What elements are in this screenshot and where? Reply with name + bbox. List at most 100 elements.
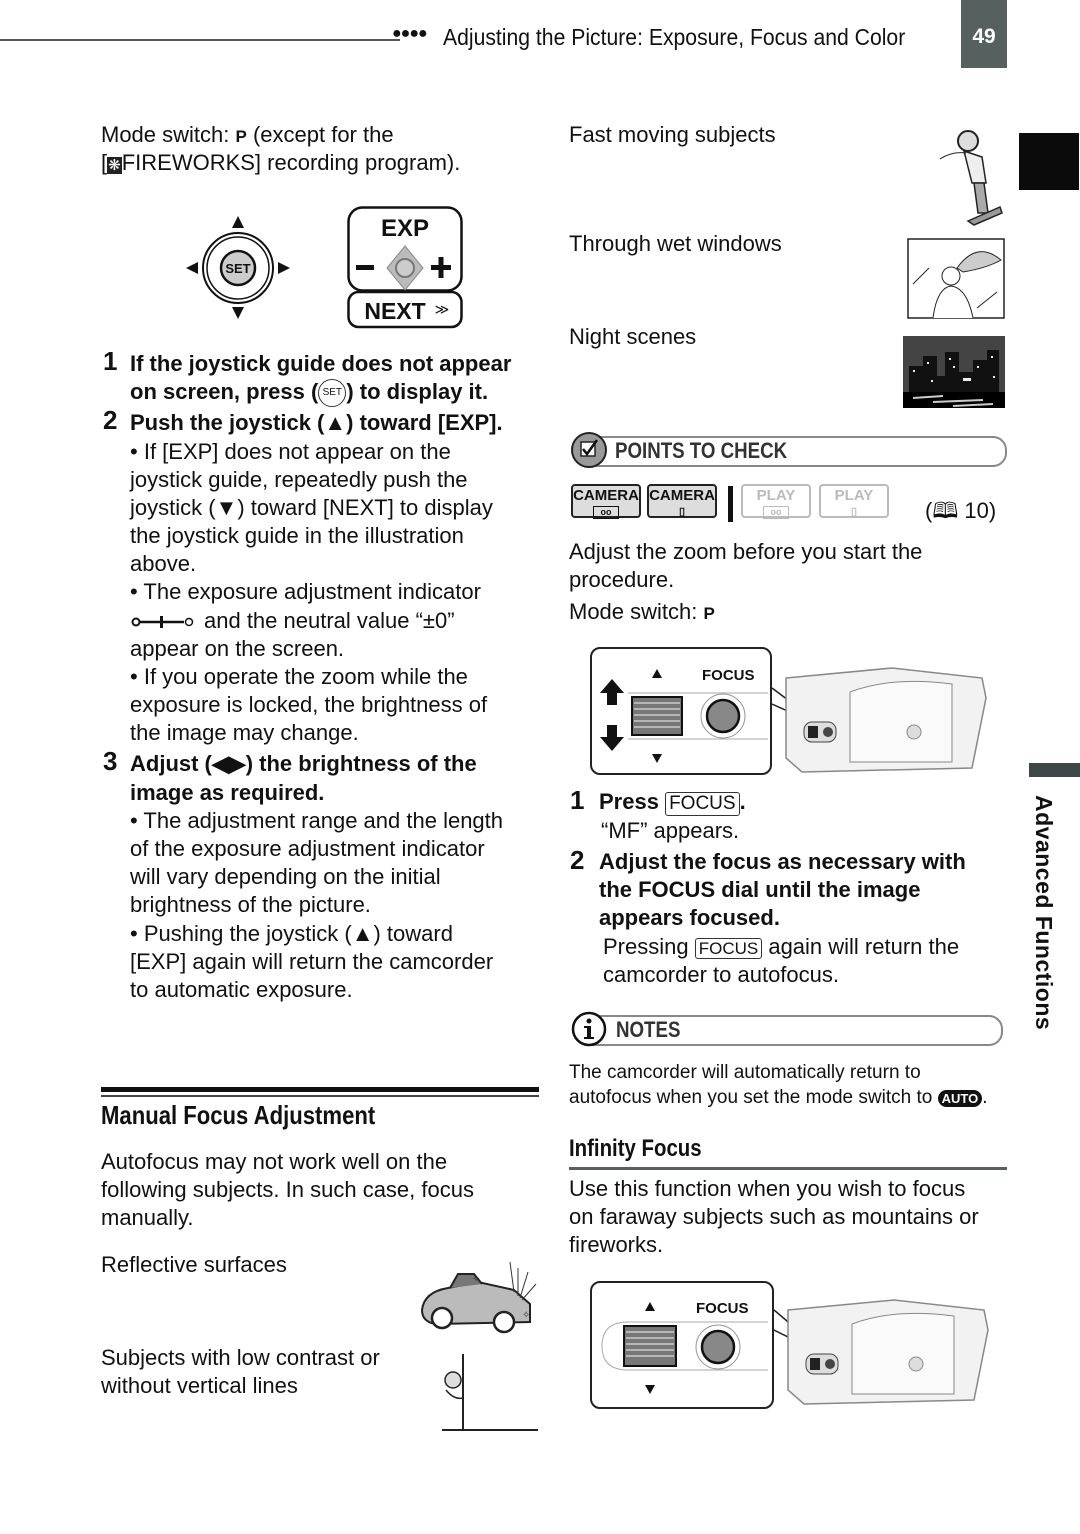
auto-mode-icon: AUTO <box>937 1090 983 1107</box>
mode-play-card: PLAY ▯ <box>819 484 889 518</box>
svg-text:EXP: EXP <box>381 215 429 242</box>
snowboarder-illustration <box>939 130 1003 226</box>
ptc-text-line: Adjust the zoom before you start the <box>569 539 923 564</box>
night-city-illustration <box>903 336 1005 408</box>
mode-divider <box>728 486 733 522</box>
bullet-line: and the neutral value “±0” <box>130 607 455 636</box>
bullet-line: brightness of the picture. <box>130 892 371 917</box>
camcorder-illustration-2 <box>774 1299 989 1405</box>
focus-step2-line: the FOCUS dial until the image <box>599 877 921 902</box>
arrow-up-icon <box>232 216 244 228</box>
section-rule-thin <box>101 1095 539 1097</box>
arrow-right-icon <box>278 262 290 274</box>
step-number: 2 <box>570 845 585 875</box>
mode-p-icon: P <box>703 604 715 623</box>
step3-line1: Adjust (◀▶) the brightness of the <box>130 751 477 776</box>
svg-text:✧: ✧ <box>522 1310 530 1321</box>
focus-dial-illustration-2 <box>601 1302 768 1394</box>
bullet-line: the image may change. <box>130 720 359 745</box>
step-number: 2 <box>103 405 118 435</box>
subject-fast-moving: Fast moving subjects <box>569 122 776 147</box>
info-icon <box>571 1011 607 1047</box>
infinity-focus-heading: Infinity Focus <box>569 1135 702 1162</box>
focus-step2-line: appears focused. <box>599 905 780 930</box>
card-icon: ▯ <box>850 506 858 518</box>
bullet-line: joystick (▼) toward [NEXT] to display <box>130 495 493 520</box>
set-button-icon: SET <box>318 379 347 408</box>
page-reference: (🕮 10) <box>925 498 997 523</box>
mode-switch-line2: [❋FIREWORKS] recording program). <box>101 150 461 175</box>
infinity-text-line: fireworks. <box>569 1232 664 1257</box>
bullet-line: to automatic exposure. <box>130 977 353 1002</box>
infinity-text-line: on faraway subjects such as mountains or <box>569 1204 979 1229</box>
step1-line2: on screen, press (SET) to display it. <box>130 378 488 408</box>
focus-step2-sub2: camcorder to autofocus. <box>603 962 840 987</box>
mode-camera-card: CAMERA ▯ <box>647 484 717 518</box>
infinity-text-line: Use this function when you wish to focus <box>569 1176 966 1201</box>
fireworks-icon: ❋ <box>107 157 122 174</box>
arrow-up-icon <box>600 679 624 705</box>
wet-window-illustration <box>907 238 1005 319</box>
bullet-line: the joystick guide in the illustration <box>130 523 464 548</box>
subject-reflective: Reflective surfaces <box>101 1252 287 1277</box>
notes-line2: autofocus when you set the mode switch t… <box>569 1087 988 1108</box>
step-number: 1 <box>103 346 118 376</box>
intro-line: manually. <box>101 1205 194 1230</box>
side-tab-bar <box>1029 763 1080 777</box>
bullet-line: Pushing the joystick (▲) toward <box>130 920 453 949</box>
focus-button-icon: FOCUS <box>694 938 763 959</box>
step3-line2: image as required. <box>130 780 325 805</box>
bullet-line: of the exposure adjustment indicator <box>130 836 485 861</box>
low-contrast-illustration <box>442 1354 538 1431</box>
subject-low-contrast-line2: without vertical lines <box>101 1373 298 1398</box>
focus-step2-line: Adjust the focus as necessary with <box>599 849 966 874</box>
svg-text:≫: ≫ <box>435 302 450 318</box>
joystick-illustration: SET <box>186 216 290 319</box>
bullet-line: appear on the screen. <box>130 636 345 661</box>
mode-p-icon: P <box>235 127 247 146</box>
intro-line: following subjects. In such case, focus <box>101 1177 474 1202</box>
checkbox-icon <box>571 432 607 468</box>
infinity-rule <box>569 1167 1007 1170</box>
reflective-car-illustration: ✧✧ <box>420 1262 537 1334</box>
points-to-check-label: POINTS TO CHECK <box>615 438 788 463</box>
page-number: 49 <box>961 0 1007 68</box>
exposure-indicator-icon <box>131 616 194 629</box>
bullet-line: The exposure adjustment indicator <box>130 578 481 607</box>
step-number: 3 <box>103 746 118 776</box>
side-tab-label: Advanced Functions <box>1031 795 1057 1031</box>
focus-step1: Press FOCUS. <box>599 789 746 816</box>
bullet-line: The adjustment range and the length <box>130 807 503 836</box>
subject-night-scenes: Night scenes <box>569 324 697 349</box>
arrow-down-icon <box>600 725 624 751</box>
header-dots: ●●●● <box>392 25 428 42</box>
bullet-line: joystick guide, repeatedly push the <box>130 467 468 492</box>
step-number: 1 <box>570 785 585 815</box>
bullet-line: [EXP] again will return the camcorder <box>130 949 494 974</box>
header-rule <box>0 39 400 41</box>
focus-dial-illustration <box>600 669 768 763</box>
focus-step2-sub: Pressing FOCUS again will return the <box>603 934 960 959</box>
svg-text:NEXT: NEXT <box>364 298 425 324</box>
bullet-line: will vary depending on the initial <box>130 864 441 889</box>
bullet-line: If [EXP] does not appear on the <box>130 438 451 467</box>
tape-icon: oo <box>593 506 619 519</box>
svg-text:SET: SET <box>225 261 250 276</box>
manual-focus-heading: Manual Focus Adjustment <box>101 1100 376 1130</box>
mode-switch-line1: Mode switch: P (except for the <box>101 122 394 147</box>
focus-button-icon: FOCUS <box>665 792 740 816</box>
section-title: Adjusting the Picture: Exposure, Focus a… <box>443 24 906 50</box>
section-rule <box>101 1087 539 1092</box>
arrow-left-icon <box>186 262 198 274</box>
subject-low-contrast-line1: Subjects with low contrast or <box>101 1345 380 1370</box>
tape-icon: oo <box>763 506 789 519</box>
focus-step1-sub: “MF” appears. <box>601 818 740 843</box>
camcorder-illustration <box>772 667 987 773</box>
notes-line1: The camcorder will automatically return … <box>569 1062 921 1083</box>
arrow-down-icon <box>232 307 244 319</box>
bullet-line: If you operate the zoom while the <box>130 663 468 692</box>
notes-label: NOTES <box>616 1017 681 1042</box>
side-tab-marker <box>1019 133 1079 190</box>
step1-line1: If the joystick guide does not appear <box>130 351 512 376</box>
mode-camera-tape: CAMERA oo <box>571 484 641 519</box>
